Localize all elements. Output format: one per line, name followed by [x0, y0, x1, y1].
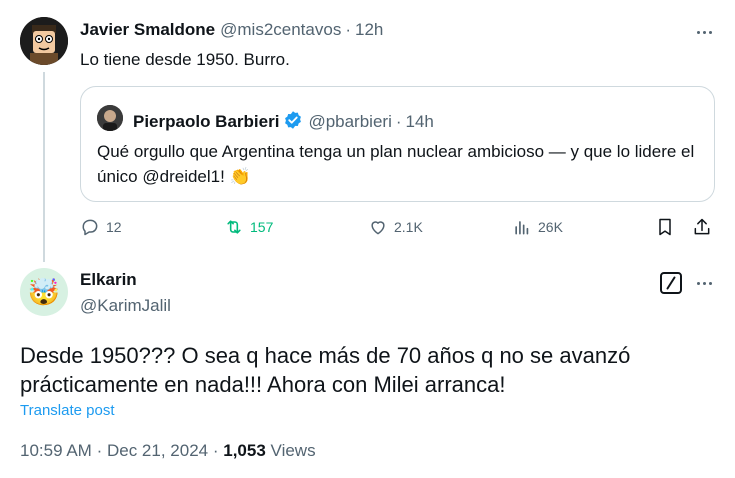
quote-separator: · [395, 112, 402, 131]
quote-author-name[interactable]: Pierpaolo Barbieri [133, 112, 279, 132]
quote-author-line: Pierpaolo Barbieri @pbarbieri · 14h [133, 107, 434, 132]
verified-badge-icon [285, 111, 302, 129]
exploding-head-emoji: 🤯 [27, 276, 61, 307]
clapping-hands-emoji: 👏 [229, 167, 251, 186]
views-label: Views [270, 441, 316, 460]
more-options-icon[interactable] [692, 22, 716, 42]
main-author-handle[interactable]: @KarimJalil [80, 296, 171, 316]
javier-avatar[interactable] [20, 17, 68, 65]
views-count-small: 26K [538, 219, 563, 235]
quote-text-block: Qué orgullo que Argentina tenga un plan … [97, 139, 697, 189]
quote-timestamp[interactable]: 14h [406, 112, 434, 132]
main-post-text: Desde 1950??? O sea q hace más de 70 año… [20, 343, 631, 397]
elkarin-avatar[interactable]: 🤯 [20, 268, 68, 316]
like-count: 2.1K [394, 219, 423, 235]
more-options-icon[interactable] [692, 273, 716, 293]
post-metadata: 10:59 AM · Dec 21, 2024 · 1,053 Views [20, 441, 316, 461]
heart-icon [371, 221, 385, 235]
quoted-post-card[interactable]: Pierpaolo Barbieri @pbarbieri · 14h Qué … [80, 86, 715, 202]
pierpaolo-avatar[interactable] [97, 105, 123, 131]
reply-author-handle[interactable]: @mis2centavos [220, 20, 341, 40]
views-count: 1,053 [223, 441, 266, 460]
reply-button[interactable]: 12 [80, 217, 122, 237]
person-photo-icon [97, 105, 123, 131]
post-time[interactable]: 10:59 AM [20, 441, 92, 460]
repost-button[interactable]: 157 [224, 217, 273, 237]
thread-connector-line [43, 72, 45, 262]
quote-text: Qué orgullo que Argentina tenga un plan … [97, 142, 695, 186]
main-author-name[interactable]: Elkarin [80, 270, 137, 290]
reply-count: 12 [106, 219, 122, 235]
repost-icon [227, 220, 241, 234]
grok-icon[interactable] [660, 272, 682, 294]
bookmark-icon [659, 218, 671, 236]
like-button[interactable]: 2.1K [368, 217, 423, 237]
reply-separator: · [345, 20, 351, 39]
bookmark-button[interactable] [655, 217, 681, 237]
meta-separator: · [212, 441, 219, 460]
share-icon [694, 218, 710, 235]
slash-glyph [666, 276, 676, 290]
share-button[interactable] [692, 217, 718, 237]
repost-count: 157 [250, 219, 274, 235]
reply-timestamp[interactable]: 12h [355, 20, 383, 40]
reply-author-line: Javier Smaldone @mis2centavos · 12h [80, 20, 383, 40]
reply-author-name[interactable]: Javier Smaldone [80, 20, 215, 40]
cartoon-face-icon [20, 17, 68, 65]
analytics-bars-icon [515, 221, 529, 235]
views-button[interactable]: 26K [512, 217, 563, 237]
meta-separator: · [96, 441, 103, 460]
reply-icon [82, 219, 98, 236]
reply-text: Lo tiene desde 1950. Burro. [80, 50, 290, 69]
quote-author-handle[interactable]: @pbarbieri [308, 112, 391, 132]
translate-post-link[interactable]: Translate post [20, 402, 115, 419]
post-date[interactable]: Dec 21, 2024 [107, 441, 208, 460]
